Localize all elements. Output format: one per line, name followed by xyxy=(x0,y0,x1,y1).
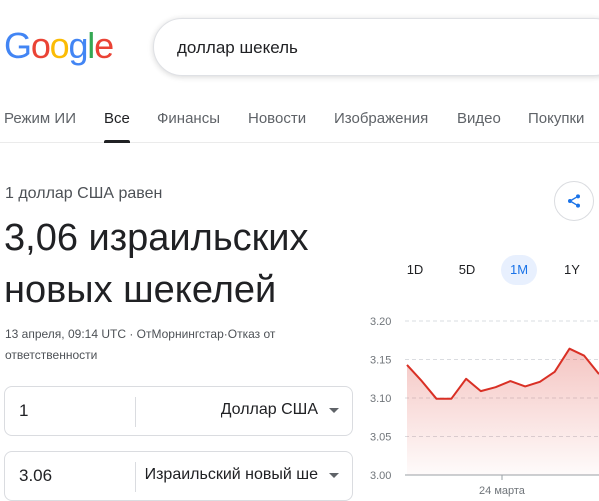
chart-svg: 3.203.153.103.053.0024 марта3 xyxy=(370,316,599,497)
divider xyxy=(135,397,136,427)
range-1m[interactable]: 1M xyxy=(501,255,537,285)
from-currency-row: 1 Доллар США xyxy=(4,386,353,436)
to-currency-row: 3.06 Израильский новый ше xyxy=(4,451,353,501)
x-tick-label: 24 марта xyxy=(479,485,526,497)
exchange-rate-chart[interactable]: 3.203.153.103.053.0024 марта3 xyxy=(360,300,599,501)
from-currency-select[interactable]: Доллар США xyxy=(221,401,318,419)
chevron-down-icon[interactable] xyxy=(329,473,339,478)
logo-letter: g xyxy=(68,25,88,66)
tab-finance[interactable]: Финансы xyxy=(157,110,220,127)
range-5d[interactable]: 5D xyxy=(449,255,485,285)
y-tick-label: 3.20 xyxy=(370,316,391,328)
share-icon xyxy=(568,194,580,208)
y-tick-label: 3.00 xyxy=(370,470,391,482)
series-area xyxy=(407,348,599,475)
search-box[interactable]: доллар шекель xyxy=(153,18,599,76)
tab-ai-mode[interactable]: Режим ИИ xyxy=(4,110,76,127)
tab-shopping[interactable]: Покупки xyxy=(528,110,584,127)
logo-letter: e xyxy=(94,25,114,66)
y-tick-label: 3.05 xyxy=(370,432,391,444)
active-tab-indicator xyxy=(104,140,130,143)
divider xyxy=(135,462,136,492)
conversion-result: 3,06 израильских новых шекелей xyxy=(4,217,309,311)
to-currency-select[interactable]: Израильский новый ше xyxy=(145,466,318,484)
conversion-meta: 13 апреля, 09:14 UTC · ОтМорнингстар·Отк… xyxy=(5,327,276,362)
tab-news[interactable]: Новости xyxy=(248,110,306,127)
y-tick-label: 3.10 xyxy=(370,393,391,405)
search-input[interactable]: доллар шекель xyxy=(177,38,298,58)
y-tick-label: 3.15 xyxy=(370,355,391,367)
share-button[interactable] xyxy=(554,181,594,221)
range-1d[interactable]: 1D xyxy=(397,255,433,285)
from-amount-input[interactable]: 1 xyxy=(19,401,28,421)
logo-letter: G xyxy=(4,25,32,66)
tab-images[interactable]: Изображения xyxy=(334,110,428,127)
search-tabs: Режим ИИ Все Финансы Новости Изображения… xyxy=(0,103,599,143)
google-logo[interactable]: Google xyxy=(4,25,114,66)
to-amount-input[interactable]: 3.06 xyxy=(19,466,52,486)
tab-all[interactable]: Все xyxy=(104,110,130,127)
range-1y[interactable]: 1Y xyxy=(554,255,590,285)
chevron-down-icon[interactable] xyxy=(329,408,339,413)
logo-letter: l xyxy=(87,25,95,66)
conversion-label: 1 доллар США равен xyxy=(5,185,163,202)
logo-letter: o xyxy=(30,25,51,66)
tab-video[interactable]: Видео xyxy=(457,110,501,127)
logo-letter: o xyxy=(49,25,70,66)
